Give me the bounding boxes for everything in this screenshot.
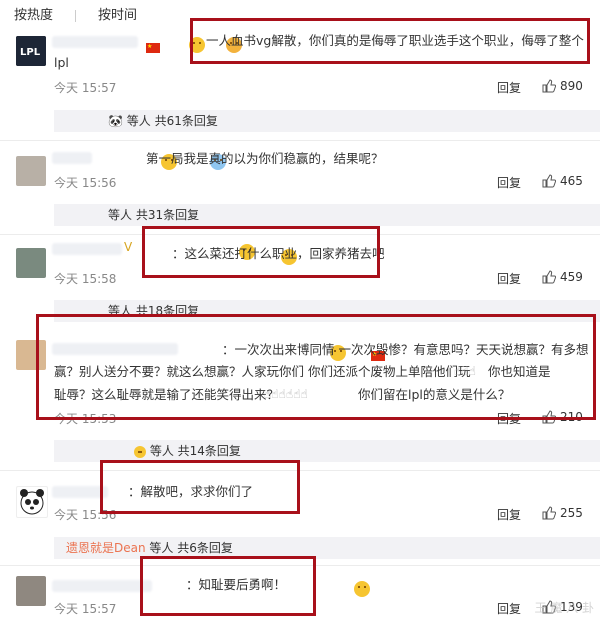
thumb-up-icon bbox=[542, 79, 556, 93]
highlight-box bbox=[100, 460, 300, 514]
reply-button[interactable]: 回复 bbox=[497, 79, 521, 96]
tab-divider bbox=[75, 9, 77, 22]
tab-time[interactable]: 按时间 bbox=[98, 8, 137, 23]
like-button[interactable]: 255 bbox=[542, 506, 583, 520]
comment-text-cont: lpl bbox=[54, 55, 69, 70]
timestamp: 今天 15:57 bbox=[54, 602, 117, 616]
avatar[interactable] bbox=[16, 486, 48, 518]
username[interactable] bbox=[52, 152, 92, 164]
tab-hot[interactable]: 按热度 bbox=[14, 8, 53, 23]
thumb-up-icon bbox=[542, 174, 556, 188]
reply-button[interactable]: 回复 bbox=[497, 174, 521, 191]
replies-summary[interactable]: 等人 共31条回复 bbox=[54, 204, 600, 226]
panda-icon bbox=[20, 489, 44, 515]
like-button[interactable]: 465 bbox=[542, 174, 583, 188]
like-count: 890 bbox=[560, 79, 583, 93]
highlight-box bbox=[36, 314, 596, 420]
thumb-up-icon bbox=[542, 270, 556, 284]
avatar[interactable] bbox=[16, 248, 46, 278]
flag-icon bbox=[146, 42, 160, 53]
timestamp: 今天 15:57 bbox=[54, 81, 117, 95]
like-button[interactable]: 459 bbox=[542, 270, 583, 284]
reply-author-link[interactable]: 遗恩就是Dean bbox=[66, 541, 146, 555]
replies-summary[interactable]: 🐼 等人 共61条回复 bbox=[54, 110, 600, 132]
comment-text: 第一局我是真的以为你们稳赢的，结果呢？ bbox=[146, 151, 384, 166]
emoji-icon bbox=[134, 445, 146, 458]
highlight-box bbox=[142, 226, 380, 278]
divider bbox=[0, 140, 600, 141]
avatar[interactable] bbox=[16, 576, 46, 606]
avatar[interactable]: LPL bbox=[16, 36, 46, 66]
username[interactable] bbox=[52, 243, 122, 255]
timestamp: 今天 15:58 bbox=[54, 272, 117, 286]
emoji-icon bbox=[353, 580, 370, 597]
like-button[interactable]: 890 bbox=[542, 79, 583, 93]
replies-count[interactable]: 等人 共31条回复 bbox=[108, 208, 199, 222]
vip-icon: V bbox=[124, 240, 133, 254]
replies-summary[interactable]: 遗恩就是Dean 等人 共6条回复 bbox=[54, 537, 600, 559]
like-count: 459 bbox=[560, 270, 583, 284]
highlight-box bbox=[190, 18, 590, 64]
username[interactable] bbox=[52, 36, 138, 48]
thumb-up-icon bbox=[542, 506, 556, 520]
replies-count[interactable]: 等人 共14条回复 bbox=[150, 444, 241, 458]
reply-button[interactable]: 回复 bbox=[497, 600, 521, 617]
replies-count[interactable]: 等人 共6条回复 bbox=[149, 541, 232, 555]
timestamp: 今天 15:56 bbox=[54, 176, 117, 190]
reply-button[interactable]: 回复 bbox=[497, 506, 521, 523]
replies-count[interactable]: 等人 共61条回复 bbox=[127, 114, 218, 128]
replies-summary[interactable]: 等人 共14条回复 bbox=[54, 440, 600, 462]
like-count: 255 bbox=[560, 506, 583, 520]
username[interactable] bbox=[52, 580, 152, 592]
like-count: 465 bbox=[560, 174, 583, 188]
divider bbox=[0, 470, 600, 471]
sort-tabs: 按热度 按时间 bbox=[14, 4, 159, 23]
reply-button[interactable]: 回复 bbox=[497, 270, 521, 287]
svg-text:LPL: LPL bbox=[20, 47, 41, 58]
panda-icon: 🐼 bbox=[108, 114, 123, 128]
highlight-box bbox=[140, 556, 316, 616]
watermark: 王 魔 八 卦 bbox=[534, 601, 594, 615]
avatar[interactable] bbox=[16, 156, 46, 186]
